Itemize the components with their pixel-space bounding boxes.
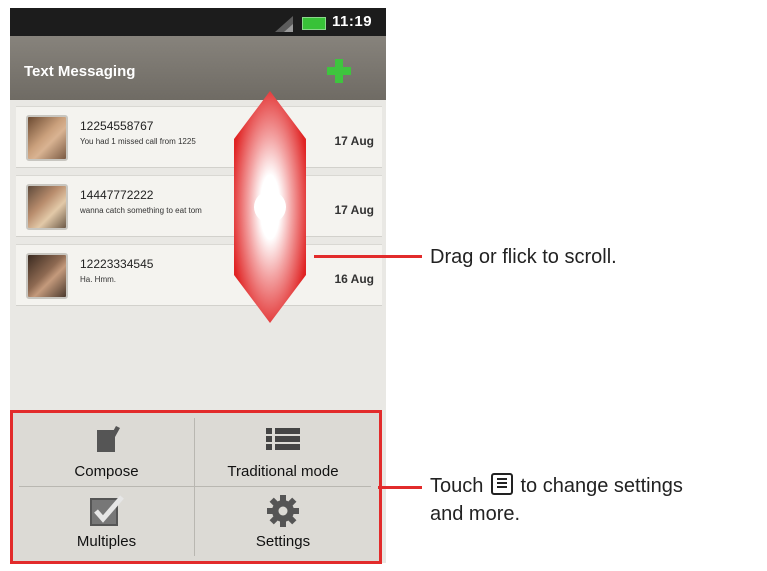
thread-row[interactable]: 12254558767 You had 1 missed call from 1… [16,106,382,168]
menu-item-settings[interactable]: Settings [195,487,371,556]
menu-item-traditional-mode[interactable]: Traditional mode [195,418,371,487]
thread-date: 17 Aug [334,134,374,148]
menu-label: Compose [74,463,139,480]
scroll-handle-icon[interactable] [232,89,308,325]
contact-avatar [26,115,68,161]
contact-avatar [26,253,68,299]
page-title: Text Messaging [24,63,136,80]
app-header: Text Messaging [10,36,386,100]
thread-preview: Ha. Hmm. [80,275,116,284]
compose-icon [96,426,120,452]
callout-and-more: and more. [430,503,521,525]
menu-label: Traditional mode [227,463,339,480]
menu-grid: Compose Traditional mode Multiples Setti… [19,418,371,556]
scroll-callout-text: Drag or flick to scroll. [430,246,617,268]
thread-date: 16 Aug [334,272,374,286]
battery-icon [302,17,326,30]
gear-icon [267,495,299,527]
menu-label: Settings [255,533,311,550]
menu-item-compose[interactable]: Compose [19,418,195,487]
thread-number: 12254558767 [80,119,154,133]
callout-touch: Touch [430,475,484,497]
thread-preview: wanna catch something to eat tom [80,206,202,215]
callout-change-settings: to change settings [520,475,683,497]
thread-date: 17 Aug [334,203,374,217]
list-icon [266,428,300,450]
contact-avatar [26,184,68,230]
scroll-callout-line [314,255,422,258]
thread-preview: You had 1 missed call from 1225 [80,137,196,146]
status-bar: 11:19 [10,8,386,36]
menu-callout-text: Touch to change settings and more. [430,472,765,528]
thread-number: 12223334545 [80,257,154,271]
plus-icon[interactable] [326,58,352,84]
status-time: 11:19 [332,13,373,30]
thread-number: 14447772222 [80,188,154,202]
thread-list: 12254558767 You had 1 missed call from 1… [16,106,382,313]
menu-label: Multiples [76,533,137,550]
options-menu: Compose Traditional mode Multiples Setti… [10,410,382,564]
checkbox-icon [89,495,124,526]
thread-row[interactable]: 12223334545 Ha. Hmm. 16 Aug [16,244,382,306]
menu-callout-line [378,486,422,489]
thread-row[interactable]: 14447772222 wanna catch something to eat… [16,175,382,237]
signal-icon [275,16,293,32]
menu-key-icon [490,473,513,495]
menu-item-multiples[interactable]: Multiples [19,487,195,556]
